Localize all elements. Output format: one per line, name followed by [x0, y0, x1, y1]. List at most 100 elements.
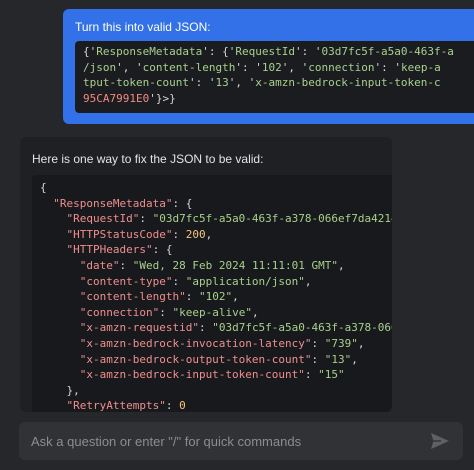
- code-line: /json', 'content-length': '102', 'connec…: [83, 60, 474, 76]
- code-token: "date": [40, 258, 120, 272]
- code-token: :: [172, 227, 186, 241]
- chat-input[interactable]: [31, 433, 423, 449]
- code-token: connection: [308, 60, 375, 74]
- code-line: "x-amzn-bedrock-input-token-count": "15": [40, 367, 392, 383]
- code-token: RequestId: [235, 45, 295, 58]
- code-token: "RequestId": [40, 212, 140, 226]
- code-token: ', ': [281, 60, 309, 74]
- code-token: ,: [357, 336, 365, 350]
- assistant-message-text: Here is one way to fix the JSON to be va…: [32, 152, 264, 166]
- code-token: "HTTPHeaders": [40, 243, 153, 257]
- code-token: :: [311, 336, 325, 350]
- code-token: ', ': [116, 60, 143, 74]
- code-line: {'ResponseMetadata': {'RequestId': '03d7…: [83, 44, 474, 60]
- code-token: : {: [172, 196, 193, 210]
- code-token: "x-amzn-bedrock-invocation-latency": [40, 336, 312, 350]
- code-line: "HTTPStatusCode": 200,: [40, 227, 392, 243]
- code-token: ,: [232, 290, 239, 304]
- code-token: "x-amzn-bedrock-input-token-count": [40, 368, 305, 382]
- code-token: ': ': [374, 60, 401, 74]
- user-message-text: Turn this into valid JSON:: [75, 20, 211, 34]
- assistant-code-content: { "ResponseMetadata": { "RequestId": "03…: [40, 180, 392, 412]
- code-token: "Wed, 28 Feb 2024 11:11:01 GMT": [132, 258, 339, 272]
- message-composer: [19, 422, 463, 460]
- code-token: "x-amzn-requestid": [40, 321, 199, 335]
- code-token: "application/json": [185, 274, 305, 288]
- code-token: :: [159, 305, 173, 319]
- code-token: "RetryAttempts": [40, 399, 166, 412]
- code-token: /json: [83, 60, 117, 74]
- code-token: "ResponseMetadata": [40, 196, 173, 210]
- code-token: "x-amzn-bedrock-output-token-count": [40, 352, 312, 366]
- assistant-message-bubble: Here is one way to fix the JSON to be va…: [20, 137, 392, 412]
- code-line: "HTTPHeaders": {: [40, 242, 392, 258]
- code-token: :: [165, 399, 180, 412]
- code-line: "content-length": "102",: [40, 289, 392, 305]
- code-token: "content-type": [40, 274, 173, 288]
- code-token: "HTTPStatusCode": [40, 227, 173, 241]
- code-token: :: [311, 352, 325, 366]
- code-token: {': [83, 45, 97, 58]
- code-token: :: [119, 258, 133, 272]
- code-token: :: [172, 274, 186, 288]
- code-line: "x-amzn-requestid": "03d7fc5f-a5a0-463f-…: [40, 320, 392, 336]
- send-button[interactable]: [423, 426, 457, 456]
- user-message-bubble: Turn this into valid JSON: {'ResponseMet…: [63, 9, 474, 124]
- code-token: ,: [251, 305, 259, 319]
- code-token: :: [139, 212, 153, 226]
- code-line: tput-token-count': '13', 'x-amzn-bedrock…: [83, 75, 474, 91]
- code-token: :: [198, 321, 213, 335]
- code-token: keep-a: [400, 60, 441, 74]
- code-token: content-length: [142, 60, 236, 74]
- chat-window: Turn this into valid JSON: {'ResponseMet…: [0, 0, 474, 470]
- code-token: "connection": [40, 305, 160, 319]
- code-token: 200: [185, 227, 206, 241]
- assistant-code-block: { "ResponseMetadata": { "RequestId": "03…: [32, 175, 392, 412]
- code-token: 95CA7991E0: [83, 91, 150, 105]
- code-token: },: [40, 383, 80, 397]
- code-token: {: [40, 181, 47, 194]
- user-code-block: {'ResponseMetadata': {'RequestId': '03d7…: [75, 41, 474, 113]
- code-line: "content-type": "application/json",: [40, 274, 392, 290]
- code-token: ,: [304, 274, 312, 288]
- code-token: 03d7fc5f-a5a0-463f-a: [321, 45, 454, 58]
- code-token: "102": [198, 290, 233, 304]
- code-token: "03d7fc5f-a5a0-463f-a378-066ef7da4214": [152, 212, 392, 226]
- code-token: 13: [215, 76, 229, 89]
- code-token: 102: [261, 60, 282, 74]
- code-token: 0: [179, 399, 186, 412]
- code-token: ': ': [188, 76, 216, 89]
- code-token: ': ': [235, 60, 262, 74]
- code-token: ': {': [202, 45, 236, 58]
- code-token: ', ': [228, 76, 256, 89]
- code-line: 95CA7991E0'}>}: [83, 91, 474, 107]
- code-token: ResponseMetadata: [96, 45, 203, 58]
- code-token: ': ': [294, 45, 322, 58]
- code-token: :: [304, 368, 319, 382]
- code-line: },: [40, 383, 392, 399]
- code-line: {: [40, 180, 392, 196]
- code-token: ,: [205, 227, 213, 241]
- send-icon: [431, 433, 449, 449]
- code-token: '}>}: [149, 91, 176, 105]
- code-token: "content-length": [40, 290, 186, 304]
- code-token: ,: [351, 352, 358, 366]
- code-token: "03d7fc5f-a5a0-463f-a378-066e: [212, 321, 392, 335]
- code-token: "13": [324, 352, 352, 366]
- code-line: "RetryAttempts": 0: [40, 398, 392, 412]
- code-line: "x-amzn-bedrock-output-token-count": "13…: [40, 352, 392, 368]
- code-token: "739": [324, 336, 358, 350]
- code-line: "RequestId": "03d7fc5f-a5a0-463f-a378-06…: [40, 211, 392, 227]
- user-code-content: {'ResponseMetadata': {'RequestId': '03d7…: [83, 44, 474, 106]
- code-token: :: [185, 290, 199, 304]
- code-token: "keep-alive": [172, 305, 252, 319]
- code-line: "ResponseMetadata": {: [40, 196, 392, 212]
- code-line: "date": "Wed, 28 Feb 2024 11:11:01 GMT",: [40, 258, 392, 274]
- code-line: "x-amzn-bedrock-invocation-latency": "73…: [40, 336, 392, 352]
- code-line: "connection": "keep-alive",: [40, 305, 392, 321]
- code-token: : {: [152, 243, 173, 257]
- code-token: tput-token-count: [83, 76, 189, 89]
- code-token: x-amzn-bedrock-input-token-c: [255, 76, 441, 89]
- code-token: "15": [318, 368, 345, 382]
- code-token: ,: [338, 258, 345, 272]
